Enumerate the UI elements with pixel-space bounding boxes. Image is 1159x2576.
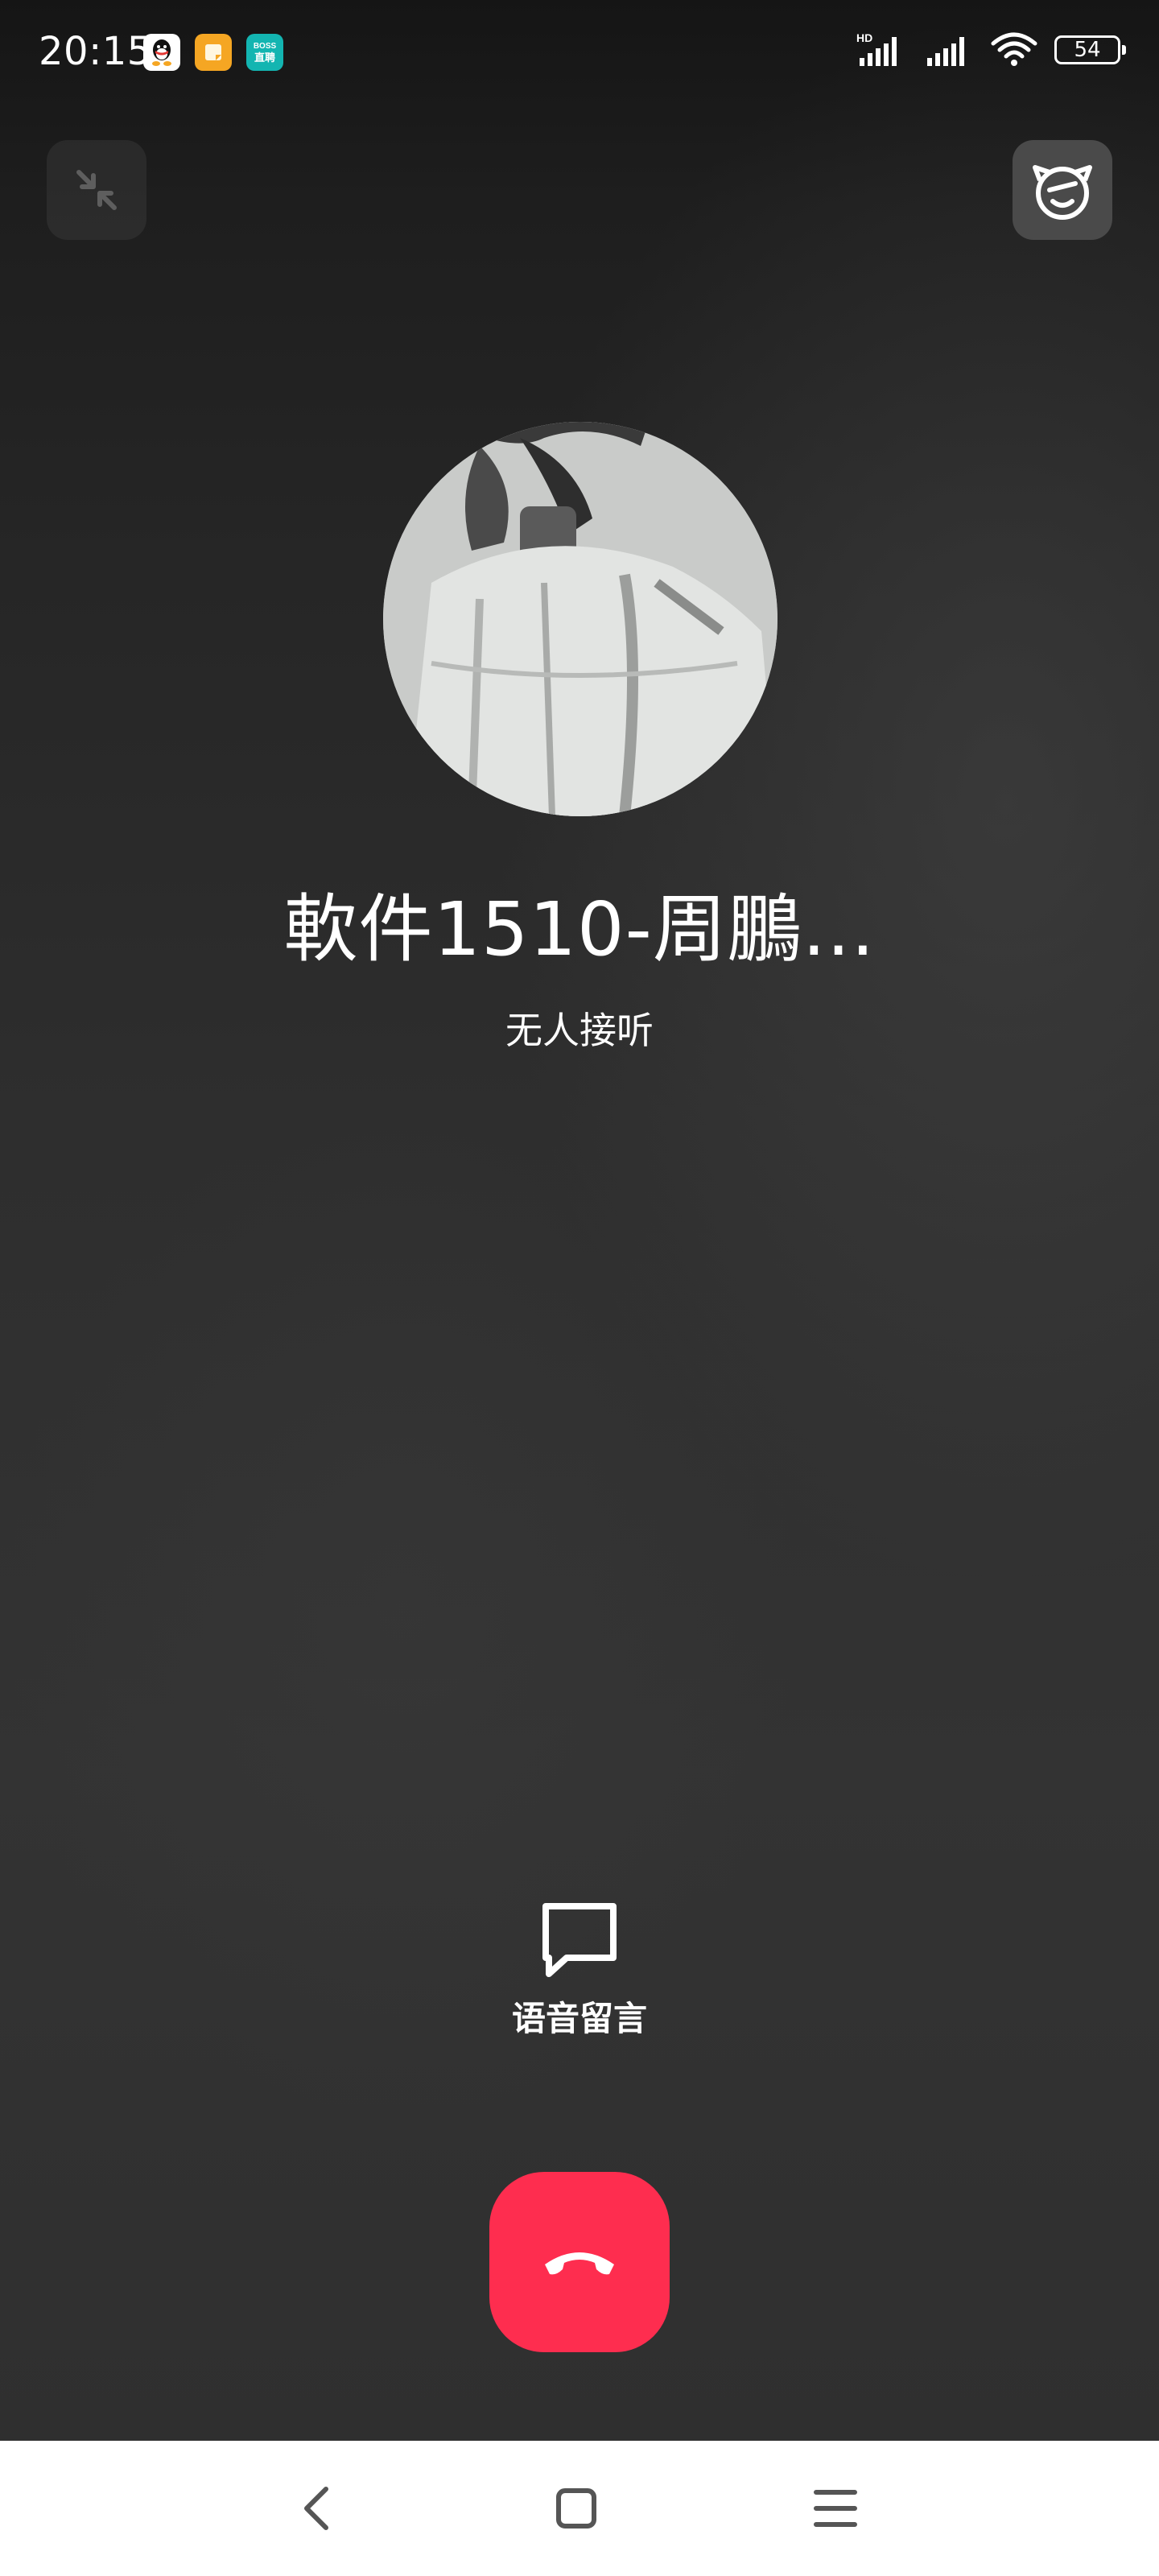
navigation-bar [0,2441,1159,2576]
status-right-icons: HD 54 [855,31,1126,69]
minimize-arrows-icon [76,170,117,210]
hangup-button[interactable] [489,2172,670,2352]
signal-hd-icon: HD [856,31,897,66]
message-bubble-icon [542,1903,617,1977]
voice-message-label: 语音留言 [511,1999,647,2038]
face-effect-button[interactable] [1013,140,1112,240]
signal-icon [927,37,964,66]
wifi-icon [991,32,1037,66]
back-chevron-icon [304,2487,328,2530]
boss-zhipin-icon: BOSS 直聘 [246,34,283,71]
svg-text:BOSS: BOSS [254,42,277,51]
menu-button[interactable] [803,2476,868,2541]
home-button[interactable] [544,2476,608,2541]
face-effect-icon [1033,165,1092,220]
qq-icon [143,34,180,71]
contact-name: 軟件1510-周鵬... [283,886,876,972]
voice-message-button[interactable]: 语音留言 [483,1900,676,2053]
avatar-photo [383,422,777,816]
battery-indicator: 54 [1054,35,1126,64]
phone-hangup-icon [545,2252,614,2275]
notification-icons: BOSS 直聘 [143,34,283,71]
contact-avatar [383,422,777,816]
status-bar: 20:15 BOSS 直聘 HD 54 [0,0,1159,105]
home-square-icon [556,2488,596,2529]
call-screen: 20:15 BOSS 直聘 HD 54 軟件1510-周鵬... 无人接听 语音… [0,0,1159,2441]
status-time: 20:15 [39,29,152,74]
notes-icon [195,34,232,71]
network-hd-label: HD [856,31,872,44]
minimize-button[interactable] [47,140,146,240]
svg-text:直聘: 直聘 [254,52,275,64]
menu-lines-icon [814,2490,857,2527]
call-status: 无人接听 [505,1009,654,1052]
back-button[interactable] [285,2476,349,2541]
